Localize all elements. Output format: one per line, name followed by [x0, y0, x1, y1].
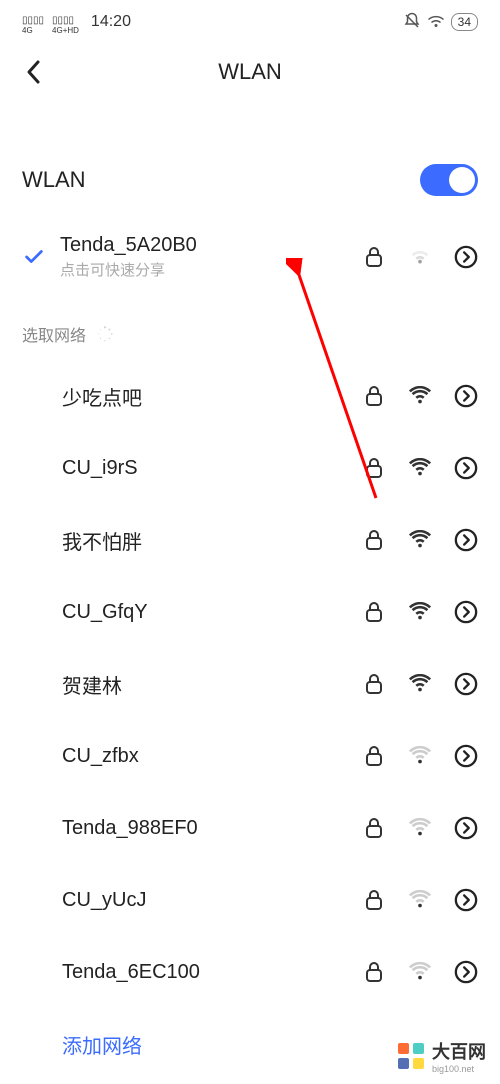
network-list: 少吃点吧 CU_i9rS 我不怕胖 CU_GfqY 贺建林 CU_zfbx Tenda_98…	[0, 360, 500, 1008]
network-name: Tenda_6EC100	[62, 961, 362, 984]
wifi-icon	[408, 888, 432, 912]
wlan-label: WLAN	[22, 167, 86, 193]
network-row[interactable]: Tenda_988EF0	[0, 792, 500, 864]
network-name: 少吃点吧	[62, 382, 362, 411]
wifi-icon	[408, 816, 432, 840]
status-bar: ▯▯▯▯ 4G ▯▯▯▯ 4G+HD 14:20 34	[0, 0, 500, 44]
network-name: CU_yUcJ	[62, 889, 362, 912]
wlan-toggle[interactable]	[420, 164, 478, 196]
section-label: 选取网络	[22, 322, 86, 346]
check-icon	[22, 246, 46, 268]
wifi-icon	[408, 528, 432, 552]
detail-icon[interactable]	[454, 456, 478, 480]
signal-2: ▯▯▯▯ 4G+HD	[52, 10, 79, 35]
watermark: 大百网 big100.net	[396, 1038, 486, 1074]
status-left: ▯▯▯▯ 4G ▯▯▯▯ 4G+HD 14:20	[22, 10, 131, 35]
lock-icon	[362, 456, 386, 480]
status-right: 34	[403, 12, 478, 33]
detail-icon[interactable]	[454, 744, 478, 768]
header: WLAN	[0, 44, 500, 106]
network-row[interactable]: CU_yUcJ	[0, 864, 500, 936]
wifi-icon	[408, 245, 432, 269]
dnd-icon	[403, 12, 421, 33]
wifi-status-icon	[427, 14, 445, 31]
detail-icon[interactable]	[454, 245, 478, 269]
lock-icon	[362, 384, 386, 408]
detail-icon[interactable]	[454, 528, 478, 552]
network-name: CU_zfbx	[62, 745, 362, 768]
network-name: Tenda_988EF0	[62, 817, 362, 840]
clock: 14:20	[91, 13, 131, 31]
detail-icon[interactable]	[454, 672, 478, 696]
detail-icon[interactable]	[454, 600, 478, 624]
lock-icon	[362, 888, 386, 912]
wlan-toggle-row: WLAN	[0, 106, 500, 224]
wifi-icon	[408, 672, 432, 696]
network-row[interactable]: Tenda_6EC100	[0, 936, 500, 1008]
network-name: 贺建林	[62, 670, 362, 699]
network-row[interactable]: 我不怕胖	[0, 504, 500, 576]
signal-1: ▯▯▯▯ 4G	[22, 10, 44, 35]
connected-subtitle: 点击可快速分享	[60, 259, 348, 280]
wifi-icon	[408, 456, 432, 480]
connected-name: Tenda_5A20B0	[60, 234, 348, 257]
lock-icon	[362, 744, 386, 768]
network-row[interactable]: 贺建林	[0, 648, 500, 720]
network-name: CU_i9rS	[62, 457, 362, 480]
lock-icon	[362, 960, 386, 984]
lock-icon	[362, 600, 386, 624]
back-button[interactable]	[20, 58, 48, 86]
wifi-icon	[408, 600, 432, 624]
loading-spinner-icon	[96, 325, 114, 343]
section-select-network: 选取网络	[0, 298, 500, 360]
network-name: 我不怕胖	[62, 526, 362, 555]
network-row[interactable]: CU_zfbx	[0, 720, 500, 792]
lock-icon	[362, 672, 386, 696]
watermark-sub: big100.net	[432, 1064, 486, 1074]
battery-indicator: 34	[451, 13, 478, 31]
lock-icon	[362, 816, 386, 840]
detail-icon[interactable]	[454, 888, 478, 912]
network-name: CU_GfqY	[62, 601, 362, 624]
lock-icon	[362, 245, 386, 269]
add-network-label: 添加网络	[62, 1030, 142, 1059]
detail-icon[interactable]	[454, 384, 478, 408]
watermark-logo-icon	[396, 1041, 426, 1071]
connected-network[interactable]: Tenda_5A20B0 点击可快速分享	[0, 224, 500, 298]
watermark-text: 大百网	[432, 1042, 486, 1062]
detail-icon[interactable]	[454, 960, 478, 984]
wifi-icon	[408, 384, 432, 408]
network-row[interactable]: CU_GfqY	[0, 576, 500, 648]
network-row[interactable]: CU_i9rS	[0, 432, 500, 504]
wifi-icon	[408, 960, 432, 984]
detail-icon[interactable]	[454, 816, 478, 840]
wifi-icon	[408, 744, 432, 768]
lock-icon	[362, 528, 386, 552]
page-title: WLAN	[218, 59, 282, 85]
network-row[interactable]: 少吃点吧	[0, 360, 500, 432]
